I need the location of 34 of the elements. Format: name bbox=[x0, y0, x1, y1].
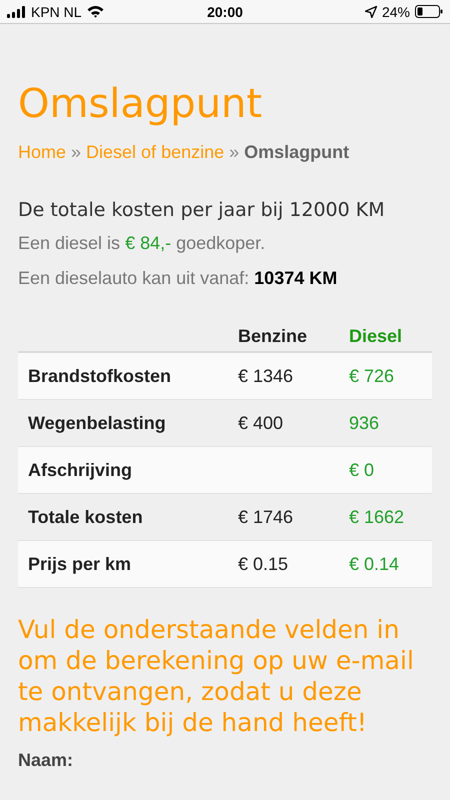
breadcrumb-link[interactable]: Diesel of benzine bbox=[86, 142, 224, 163]
row-label: Totale kosten bbox=[27, 506, 144, 528]
form-intro: Vul de onderstaande velden in om de berekening op uw e-mail te ontvangen, zodat u deze makkelijk bij de hand heeft! bbox=[18, 614, 415, 738]
location-arrow-icon bbox=[364, 6, 377, 18]
row-label: Brandstofkosten bbox=[27, 366, 172, 386]
row-label: Wegenbelasting bbox=[27, 412, 167, 434]
breadcrumb-separator: » bbox=[71, 142, 82, 163]
carrier-name: KPN NL bbox=[31, 4, 82, 20]
table-cell: € 1662 bbox=[349, 506, 404, 526]
break-even-text: Een dieselauto kan uit vanaf: 10374 KM bbox=[18, 268, 338, 289]
name-label: Naam: bbox=[18, 750, 74, 771]
clock-time: 20:00 bbox=[207, 4, 243, 20]
column-header: Benzine bbox=[238, 326, 308, 346]
column-header: Diesel bbox=[349, 326, 404, 346]
battery-icon bbox=[415, 5, 443, 18]
table-cell: € 1746 bbox=[238, 506, 294, 526]
table-cell: € 0 bbox=[349, 460, 374, 480]
table-cell: € 0.14 bbox=[349, 554, 400, 574]
breadcrumb-link[interactable]: Home bbox=[18, 142, 66, 163]
table-cell: 936 bbox=[349, 412, 380, 432]
table-cell: € 0.15 bbox=[238, 554, 288, 574]
signal-icon bbox=[7, 6, 26, 18]
cost-heading: De totale kosten per jaar bij 12000 KM bbox=[18, 199, 386, 221]
wifi-icon bbox=[86, 5, 104, 18]
row-label: Afschrijving bbox=[27, 460, 134, 480]
breadcrumb-separator: » bbox=[229, 142, 240, 163]
page-title: Omslagpunt bbox=[18, 80, 264, 128]
table-cell: € 400 bbox=[238, 412, 284, 432]
breadcrumb-current: Omslagpunt bbox=[244, 142, 350, 163]
table-cell: € 726 bbox=[349, 366, 394, 386]
saving-text: Een diesel is € 84,- goedkoper. bbox=[18, 233, 266, 254]
table-cell: € 1346 bbox=[238, 366, 294, 386]
row-label: Prijs per km bbox=[27, 554, 132, 574]
battery-percentage: 24% bbox=[382, 4, 410, 20]
